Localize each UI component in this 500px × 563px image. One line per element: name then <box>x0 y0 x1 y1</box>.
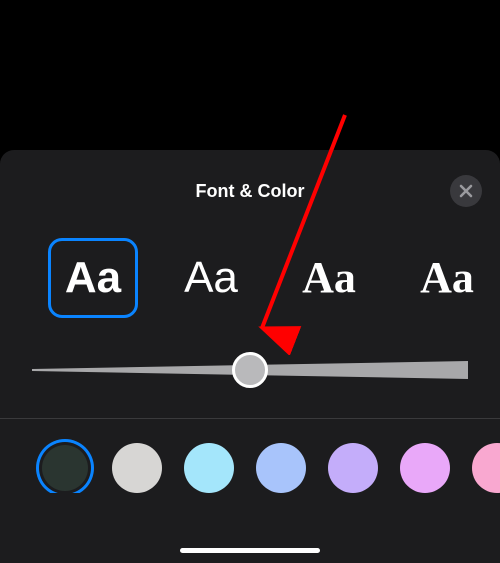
color-swatch-1[interactable] <box>112 443 162 493</box>
font-color-sheet: Font & Color Aa Aa Aa Aa <box>0 150 500 563</box>
size-slider[interactable] <box>32 350 468 390</box>
font-sample: Aa <box>65 256 121 300</box>
font-options-row[interactable]: Aa Aa Aa Aa <box>0 210 500 318</box>
home-indicator[interactable] <box>180 548 320 553</box>
close-icon <box>459 184 473 198</box>
font-sample: Aa <box>420 256 474 300</box>
close-button[interactable] <box>450 175 482 207</box>
color-swatch-4[interactable] <box>328 443 378 493</box>
sheet-header: Font & Color <box>0 172 500 210</box>
font-sample: Aa <box>302 256 356 300</box>
color-options-row[interactable] <box>0 419 500 493</box>
color-swatch-6[interactable] <box>472 443 500 493</box>
color-swatch-2[interactable] <box>184 443 234 493</box>
font-sample: Aa <box>184 256 238 300</box>
font-option-3[interactable]: Aa <box>402 238 492 318</box>
font-option-2[interactable]: Aa <box>284 238 374 318</box>
color-swatch-0[interactable] <box>42 445 88 491</box>
sheet-title: Font & Color <box>196 181 305 202</box>
color-swatch-5[interactable] <box>400 443 450 493</box>
color-swatch-3[interactable] <box>256 443 306 493</box>
slider-thumb[interactable] <box>232 352 268 388</box>
font-option-0[interactable]: Aa <box>48 238 138 318</box>
font-option-1[interactable]: Aa <box>166 238 256 318</box>
